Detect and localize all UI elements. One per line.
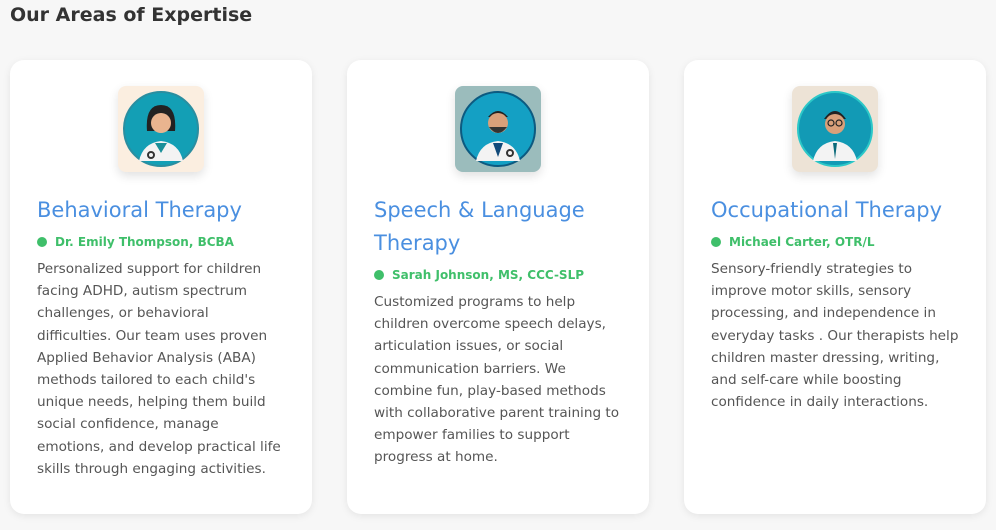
female-doctor-avatar-icon — [118, 86, 204, 172]
status-dot-icon — [374, 270, 384, 280]
card-description: Personalized support for children facing… — [37, 261, 281, 477]
therapist-name: Dr. Emily Thompson, BCBA — [37, 235, 285, 249]
therapist-label: Dr. Emily Thompson, BCBA — [55, 235, 234, 249]
therapist-label: Sarah Johnson, MS, CCC-SLP — [392, 268, 585, 282]
card-description: Sensory-friendly strategies to improve m… — [711, 261, 959, 411]
card-occupational-therapy: Occupational Therapy Michael Carter, OTR… — [684, 60, 986, 514]
status-dot-icon — [711, 237, 721, 247]
therapist-name: Sarah Johnson, MS, CCC-SLP — [374, 268, 622, 282]
male-doctor-avatar-icon — [455, 86, 541, 172]
male-doctor-glasses-avatar-icon — [792, 86, 878, 172]
status-dot-icon — [37, 237, 47, 247]
section-heading: Our Areas of Expertise — [10, 4, 253, 26]
card-speech-language-therapy: Speech & Language Therapy Sarah Johnson,… — [347, 60, 649, 514]
card-title: Occupational Therapy — [711, 198, 943, 222]
card-behavioral-therapy: Behavioral Therapy Dr. Emily Thompson, B… — [10, 60, 312, 514]
card-title: Behavioral Therapy — [37, 198, 242, 222]
therapist-name: Michael Carter, OTR/L — [711, 235, 959, 249]
therapist-label: Michael Carter, OTR/L — [729, 235, 875, 249]
card-description: Customized programs to help children ove… — [374, 294, 620, 466]
card-title: Speech & Language Therapy — [374, 198, 585, 255]
